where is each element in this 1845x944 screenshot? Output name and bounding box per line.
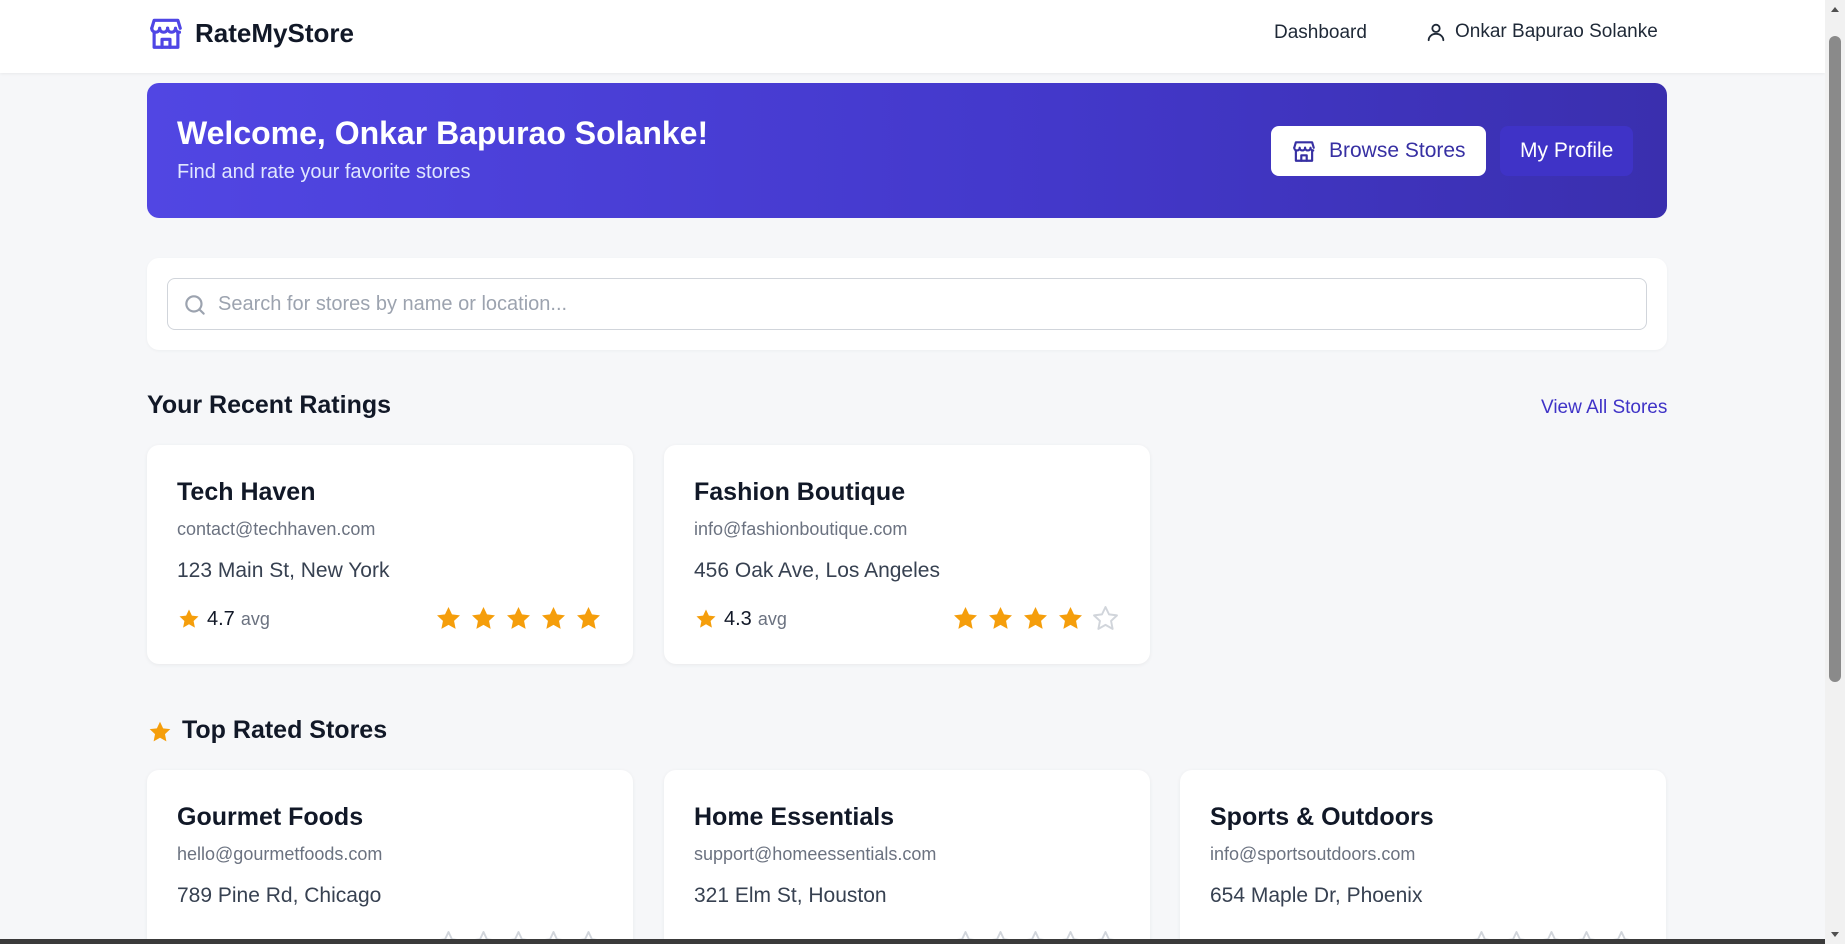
recent-ratings-title: Your Recent Ratings xyxy=(147,391,392,419)
average-rating-value: 4.7 xyxy=(207,607,235,630)
nav-dashboard-link[interactable]: Dashboard xyxy=(1274,22,1367,44)
brand-name: RateMyStore xyxy=(195,17,354,48)
store-email: hello@gourmetfoods.com xyxy=(177,844,383,864)
store-address: 654 Maple Dr, Phoenix xyxy=(1210,884,1423,907)
store-name: Gourmet Foods xyxy=(177,803,364,831)
store-name: Tech Haven xyxy=(177,478,316,506)
star-filled-icon[interactable] xyxy=(951,604,980,633)
welcome-title: Welcome, Onkar Bapurao Solanke! xyxy=(177,115,709,151)
store-card[interactable]: Fashion Boutique info@fashionboutique.co… xyxy=(664,445,1150,664)
top-navbar: RateMyStore Dashboard Onkar Bapurao Sola… xyxy=(0,0,1825,73)
scroll-down-arrow-icon[interactable] xyxy=(1825,924,1845,944)
scroll-up-arrow-icon[interactable] xyxy=(1825,0,1845,20)
store-address: 321 Elm St, Houston xyxy=(694,884,887,907)
store-address: 456 Oak Ave, Los Angeles xyxy=(694,559,940,582)
search-box[interactable] xyxy=(167,278,1647,330)
store-card[interactable]: Tech Haven contact@techhaven.com 123 Mai… xyxy=(147,445,633,664)
average-rating: 4.3 avg xyxy=(694,607,787,631)
browse-stores-button[interactable]: Browse Stores xyxy=(1271,126,1486,176)
user-name: Onkar Bapurao Solanke xyxy=(1455,21,1658,42)
store-email: info@fashionboutique.com xyxy=(694,519,908,539)
scrollbar-thumb[interactable] xyxy=(1829,36,1841,682)
star-icon xyxy=(149,721,171,742)
store-email: support@homeessentials.com xyxy=(694,844,937,864)
star-filled-icon[interactable] xyxy=(504,604,533,633)
average-rating-label: avg xyxy=(757,608,787,629)
store-icon xyxy=(1293,141,1315,162)
welcome-banner: Welcome, Onkar Bapurao Solanke! Find and… xyxy=(147,83,1667,218)
star-filled-icon[interactable] xyxy=(539,604,568,633)
average-rating: 4.7 avg xyxy=(177,607,270,631)
welcome-subtitle: Find and rate your favorite stores xyxy=(177,161,471,183)
page: RateMyStore Dashboard Onkar Bapurao Sola… xyxy=(0,0,1825,944)
vertical-scrollbar[interactable] xyxy=(1825,0,1845,944)
search-input[interactable] xyxy=(218,279,1638,329)
search-card xyxy=(147,258,1667,350)
store-email: info@sportsoutdoors.com xyxy=(1210,844,1416,864)
star-empty-icon[interactable] xyxy=(1091,604,1120,633)
store-name: Fashion Boutique xyxy=(694,478,906,506)
search-icon xyxy=(185,295,205,315)
store-address: 789 Pine Rd, Chicago xyxy=(177,884,382,907)
user-icon xyxy=(1427,23,1445,42)
store-card[interactable]: Home Essentials support@homeessentials.c… xyxy=(664,770,1150,944)
star-filled-icon[interactable] xyxy=(574,604,603,633)
user-rating-stars[interactable] xyxy=(434,604,603,633)
star-filled-icon[interactable] xyxy=(1021,604,1050,633)
star-filled-icon[interactable] xyxy=(986,604,1015,633)
star-filled-icon[interactable] xyxy=(1056,604,1085,633)
brand[interactable]: RateMyStore xyxy=(147,14,354,52)
top-rated-title: Top Rated Stores xyxy=(182,716,388,744)
star-icon xyxy=(696,609,716,628)
store-name: Sports & Outdoors xyxy=(1210,803,1434,831)
store-icon xyxy=(150,18,182,49)
user-menu[interactable]: Onkar Bapurao Solanke xyxy=(1425,20,1658,44)
my-profile-button[interactable]: My Profile xyxy=(1500,126,1634,176)
star-filled-icon[interactable] xyxy=(434,604,463,633)
average-rating-value: 4.3 xyxy=(724,607,752,630)
store-card[interactable]: Sports & Outdoors info@sportsoutdoors.co… xyxy=(1180,770,1666,944)
view-all-stores-link[interactable]: View All Stores xyxy=(1541,397,1667,419)
average-rating-label: avg xyxy=(240,608,270,629)
store-name: Home Essentials xyxy=(694,803,895,831)
browse-stores-label: Browse Stores xyxy=(1329,139,1466,162)
user-rating-stars[interactable] xyxy=(951,604,1120,633)
store-email: contact@techhaven.com xyxy=(177,519,376,539)
store-card[interactable]: Gourmet Foods hello@gourmetfoods.com 789… xyxy=(147,770,633,944)
star-filled-icon[interactable] xyxy=(469,604,498,633)
star-icon xyxy=(179,609,199,628)
store-address: 123 Main St, New York xyxy=(177,559,390,582)
window-bottom-edge xyxy=(0,939,1825,944)
